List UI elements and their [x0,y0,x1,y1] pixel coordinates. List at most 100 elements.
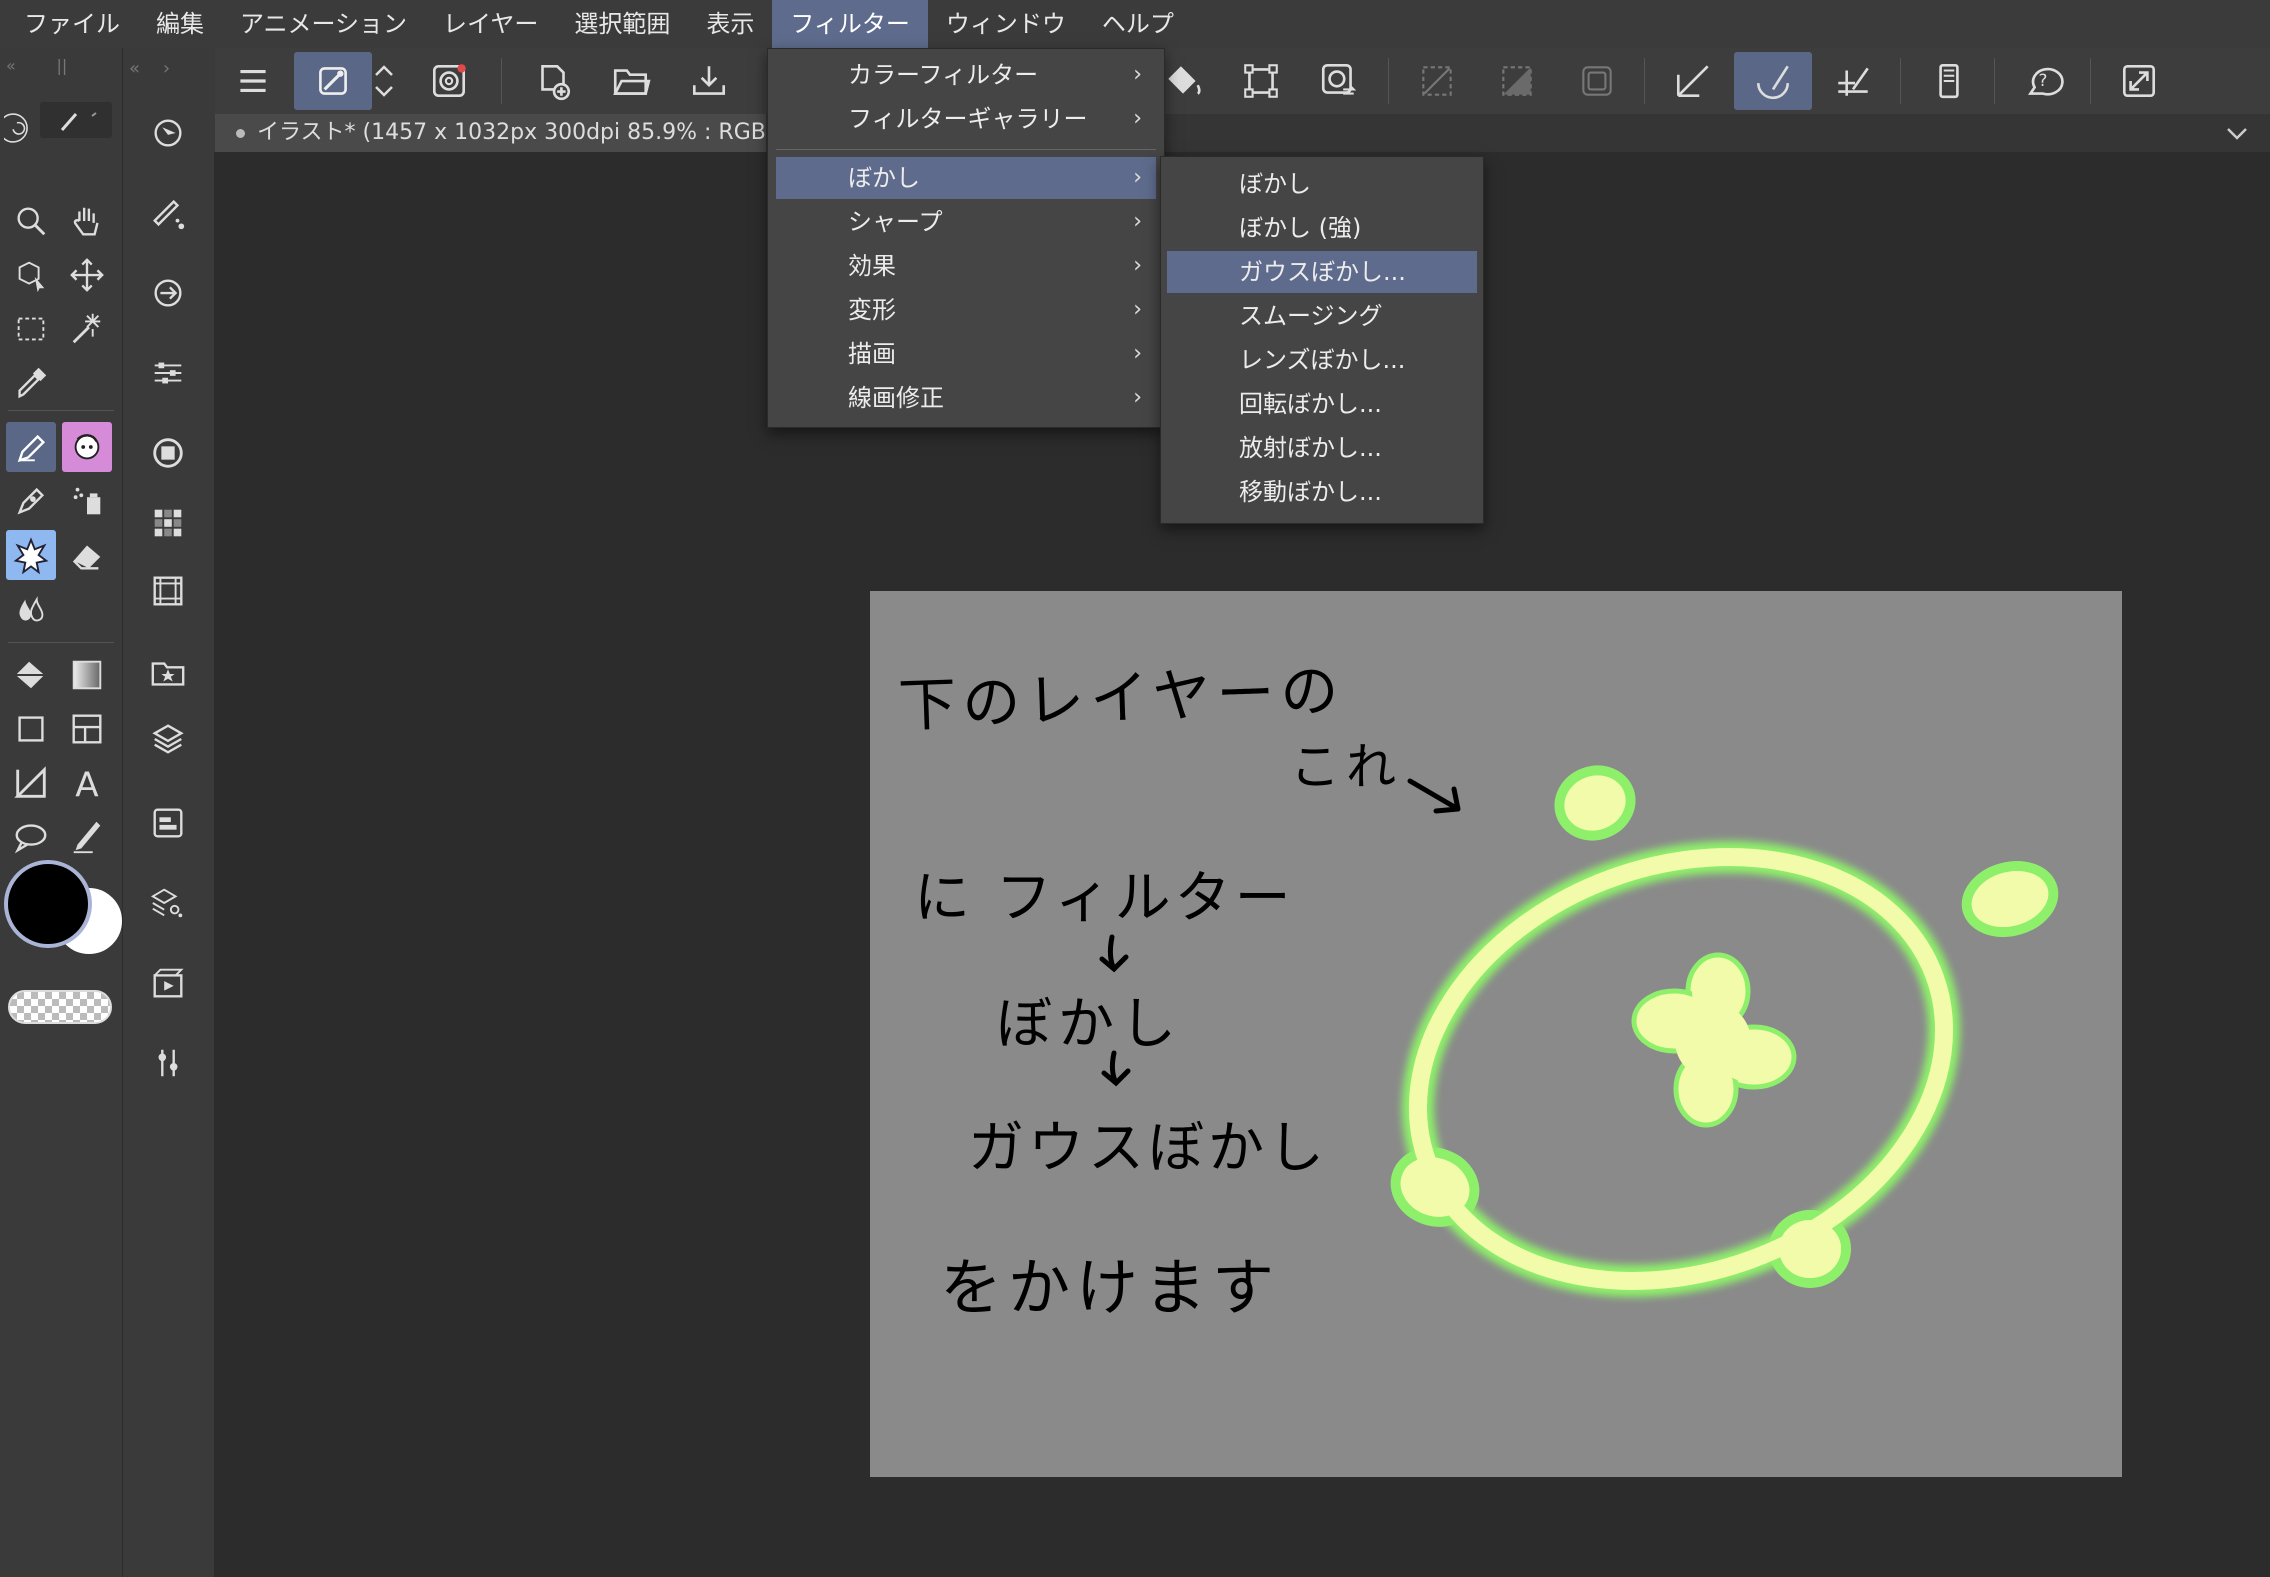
frame-icon[interactable] [62,704,112,754]
airbrush-icon[interactable] [62,476,112,526]
updown-arrows-icon[interactable] [364,52,404,110]
submenu-item-lens-blur[interactable]: レンズぼかし... [1167,339,1477,381]
dock-arrows[interactable]: « › [129,58,209,79]
clear-selection-icon[interactable] [1398,52,1476,110]
submenu-item-rotate-blur[interactable]: 回転ぼかし... [1167,383,1477,425]
navigator-icon[interactable] [143,108,193,158]
menu-filter[interactable]: フィルター [772,0,928,48]
object-icon[interactable] [6,250,56,300]
flower-frame [1390,765,2059,1297]
main-color-swatch[interactable] [4,860,92,948]
stabilizer-icon[interactable] [294,52,372,110]
transform-palette-icon[interactable] [143,268,193,318]
color-circle-icon[interactable] [143,428,193,478]
marquee-icon[interactable] [6,304,56,354]
menu-item-render[interactable]: 描画 › [776,333,1156,375]
menu-layer[interactable]: レイヤー [425,0,556,48]
brush-size-icon[interactable] [143,188,193,238]
ruler-icon[interactable] [6,758,56,808]
tool-property-icon[interactable] [143,348,193,398]
grid-snap-icon[interactable] [1814,52,1892,110]
gradient-icon[interactable] [62,650,112,700]
animation-icon[interactable] [143,958,193,1008]
new-canvas-icon[interactable] [514,52,592,110]
blend-icon[interactable] [6,584,56,634]
rotate-view-icon[interactable] [4,98,40,158]
pen-sub-tool-icon[interactable] [62,422,112,472]
menu-file[interactable]: ファイル [0,0,138,48]
material-icon[interactable] [143,566,193,616]
submenu-item-gaussian-blur[interactable]: ガウスぼかし... [1167,251,1477,293]
menu-item-filter-gallery[interactable]: フィルターギャラリー › [776,98,1156,140]
menu-item-label: 描画 [848,340,896,368]
menu-item-color-filter[interactable]: カラーフィルター › [776,54,1156,96]
open-folder-icon[interactable] [592,52,670,110]
figure-icon[interactable] [6,704,56,754]
submenu-item-radial-blur[interactable]: 放射ぼかし... [1167,427,1477,469]
menu-selection[interactable]: 選択範囲 [556,0,688,48]
menu-window[interactable]: ウィンドウ [928,0,1084,48]
zoom-icon[interactable] [6,196,56,246]
menu-item-blur[interactable]: ぼかし › [776,157,1156,199]
note-line-6: をかけます [940,1251,1281,1324]
menu-animation[interactable]: アニメーション [222,0,425,48]
chevron-down-icon[interactable] [2222,118,2252,148]
smartphone-icon[interactable] [1910,52,1988,110]
chevron-right-icon: › [1133,253,1142,278]
hamburger-icon[interactable] [214,52,292,110]
save-icon[interactable] [670,52,748,110]
menu-item-effect[interactable]: 効果 › [776,245,1156,287]
ruler-snap-icon[interactable] [1654,52,1732,110]
submenu-item-motion-blur[interactable]: 移動ぼかし... [1167,471,1477,513]
menu-item-label: カラーフィルター [848,61,1039,89]
color-set-icon[interactable] [143,498,193,548]
note-line-4: ぼかし [996,992,1182,1057]
layer-search-icon[interactable] [143,878,193,928]
menu-item-line-correction[interactable]: 線画修正 › [776,377,1156,419]
palette-collapse-handle[interactable]: « || [6,56,116,76]
menu-item-sharpen[interactable]: シャープ › [776,201,1156,243]
menu-help[interactable]: ヘルプ [1084,0,1192,48]
fill-icon[interactable] [6,650,56,700]
balloon-icon[interactable] [6,812,56,862]
menu-item-label: ぼかし [848,164,920,192]
illustration-canvas[interactable]: 下のレイヤーの これ に フィルター ぼかし ガウスぼかし をかけます [870,591,2122,1477]
decoration-icon[interactable] [6,530,56,580]
pencil-sub-icon[interactable] [40,102,112,138]
text-icon[interactable]: A [62,758,112,808]
expand-icon[interactable] [2100,52,2178,110]
correct-line-icon[interactable] [62,812,112,862]
selection-border-icon[interactable] [1558,52,1636,110]
help-icon[interactable]: ? [2004,52,2082,110]
document-tab[interactable]: イラスト* (1457 x 1032px 300dpi 85.9% : RGB:… [214,114,766,152]
special-ruler-snap-icon[interactable] [1734,52,1812,110]
layer-icon[interactable] [143,714,193,764]
eyedropper-icon[interactable] [6,358,56,408]
eraser-icon[interactable] [62,530,112,580]
move-icon[interactable] [62,250,112,300]
menu-item-label: 線画修正 [848,384,944,412]
pencil-icon[interactable] [6,476,56,526]
note-line-3: に フィルター [914,866,1295,931]
menu-edit[interactable]: 編集 [138,0,222,48]
magic-wand-icon[interactable] [62,304,112,354]
filter-menu: カラーフィルター › フィルターギャラリー › ぼかし › シャープ › 効果 › 変形 ›… [767,48,1165,428]
chevron-right-icon: › [1133,341,1142,366]
submenu-item-smoothing[interactable]: スムージング [1167,295,1477,337]
layer-property-icon[interactable] [143,798,193,848]
svg-text:A: A [75,765,99,802]
transparent-color-swatch[interactable] [8,990,112,1024]
menu-view[interactable]: 表示 [688,0,772,48]
transform-icon[interactable] [1222,52,1300,110]
hand-icon[interactable] [62,196,112,246]
spiral-icon[interactable] [410,52,488,110]
adjust-icon[interactable] [143,1038,193,1088]
invert-selection-icon[interactable] [1478,52,1556,110]
submenu-item-blur-strong[interactable]: ぼかし (強) [1167,207,1477,249]
note-line-1: 下のレイヤーの [897,656,1346,740]
favorites-icon[interactable] [143,648,193,698]
pen-icon[interactable] [6,422,56,472]
submenu-item-blur[interactable]: ぼかし [1167,163,1477,205]
menu-item-distort[interactable]: 変形 › [776,289,1156,331]
selection-convert-icon[interactable] [1300,52,1378,110]
